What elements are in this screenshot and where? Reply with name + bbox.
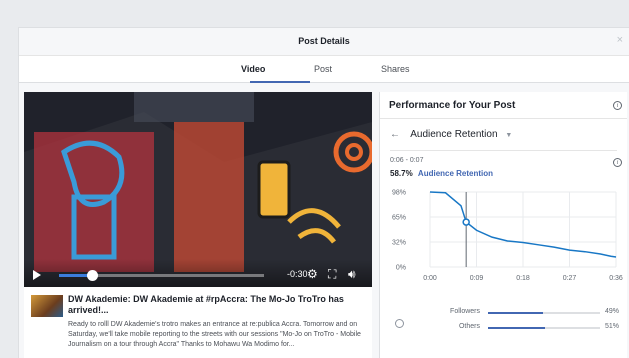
close-icon[interactable]: ×: [617, 34, 623, 46]
post-summary: DW Akademie: DW Akademie at #rpAccra: Th…: [24, 287, 372, 358]
performance-title: Performance for Your Post: [389, 100, 516, 111]
video-frame: [24, 92, 372, 287]
modal-title: Post Details: [298, 36, 350, 46]
tab-shares[interactable]: Shares: [381, 64, 410, 74]
legend-row-followers: Followers 49%: [380, 308, 628, 318]
tab-post[interactable]: Post: [314, 64, 332, 74]
retention-chart: 98% 65% 32% 0% 0:00 0:09 0:18 0:27 0:36: [392, 190, 623, 283]
x-tick-label: 0:36: [609, 275, 623, 282]
performance-panel: Performance for Your Post i ← Audience R…: [379, 92, 627, 358]
video-player[interactable]: -0:30 ⚙ ⛶ 🔊︎: [24, 92, 372, 287]
legend-track: [488, 312, 600, 314]
performance-header: Performance for Your Post i: [380, 92, 627, 119]
active-tab-indicator: [250, 81, 310, 83]
time-remaining: -0:30: [287, 269, 308, 279]
legend-pct: 51%: [605, 323, 620, 330]
seek-handle[interactable]: [86, 270, 98, 281]
post-title[interactable]: DW Akademie: DW Akademie at #rpAccra: Th…: [68, 294, 366, 316]
legend-row-others: Others 51%: [380, 323, 628, 333]
settings-gear-icon[interactable]: ⚙: [307, 267, 318, 281]
legend-label: Followers: [450, 308, 480, 315]
time-range: 0:06 - 0:07: [390, 157, 424, 164]
post-details-modal: Post Details × Video Post Shares -0:30 ⚙…: [18, 27, 629, 358]
post-description: Ready to rolll DW Akademie's trotro make…: [68, 321, 361, 348]
x-tick-label: 0:27: [563, 275, 577, 282]
post-thumbnail: [31, 295, 63, 317]
retention-value: 58.7%: [390, 169, 413, 178]
retention-point: [462, 218, 470, 226]
divider: [390, 150, 617, 151]
info-icon[interactable]: i: [613, 101, 622, 110]
retention-stat: 58.7% Audience Retention: [390, 169, 493, 178]
play-icon[interactable]: [33, 270, 41, 280]
metric-label: Audience Retention: [410, 129, 498, 140]
video-controls: -0:30 ⚙ ⛶ 🔊︎: [24, 259, 372, 287]
x-tick-label: 0:18: [516, 275, 530, 282]
x-tick-label: 0:09: [470, 275, 484, 282]
tab-bar: Video Post Shares: [19, 56, 629, 83]
metric-selector[interactable]: ← Audience Retention ▼: [390, 129, 512, 140]
tab-video[interactable]: Video: [241, 64, 265, 74]
legend-fill: [488, 327, 546, 329]
back-arrow-icon[interactable]: ←: [390, 129, 400, 140]
y-tick-label: 32%: [392, 240, 406, 247]
x-tick-label: 0:00: [423, 275, 437, 282]
chevron-down-icon: ▼: [505, 132, 513, 139]
y-tick-label: 98%: [392, 190, 406, 197]
legend-track: [488, 327, 600, 329]
seek-bar[interactable]: [59, 270, 264, 281]
fullscreen-icon[interactable]: ⛶: [328, 267, 336, 282]
legend-label: Others: [458, 323, 480, 330]
retention-label: Audience Retention: [417, 169, 494, 178]
modal-header: Post Details ×: [19, 28, 629, 56]
volume-icon[interactable]: 🔊︎: [348, 267, 356, 282]
y-tick-label: 0%: [396, 265, 406, 272]
legend-fill: [488, 312, 543, 314]
y-tick-label: 65%: [392, 215, 406, 222]
chart-info-icon[interactable]: i: [613, 158, 622, 167]
legend-pct: 49%: [605, 308, 620, 315]
